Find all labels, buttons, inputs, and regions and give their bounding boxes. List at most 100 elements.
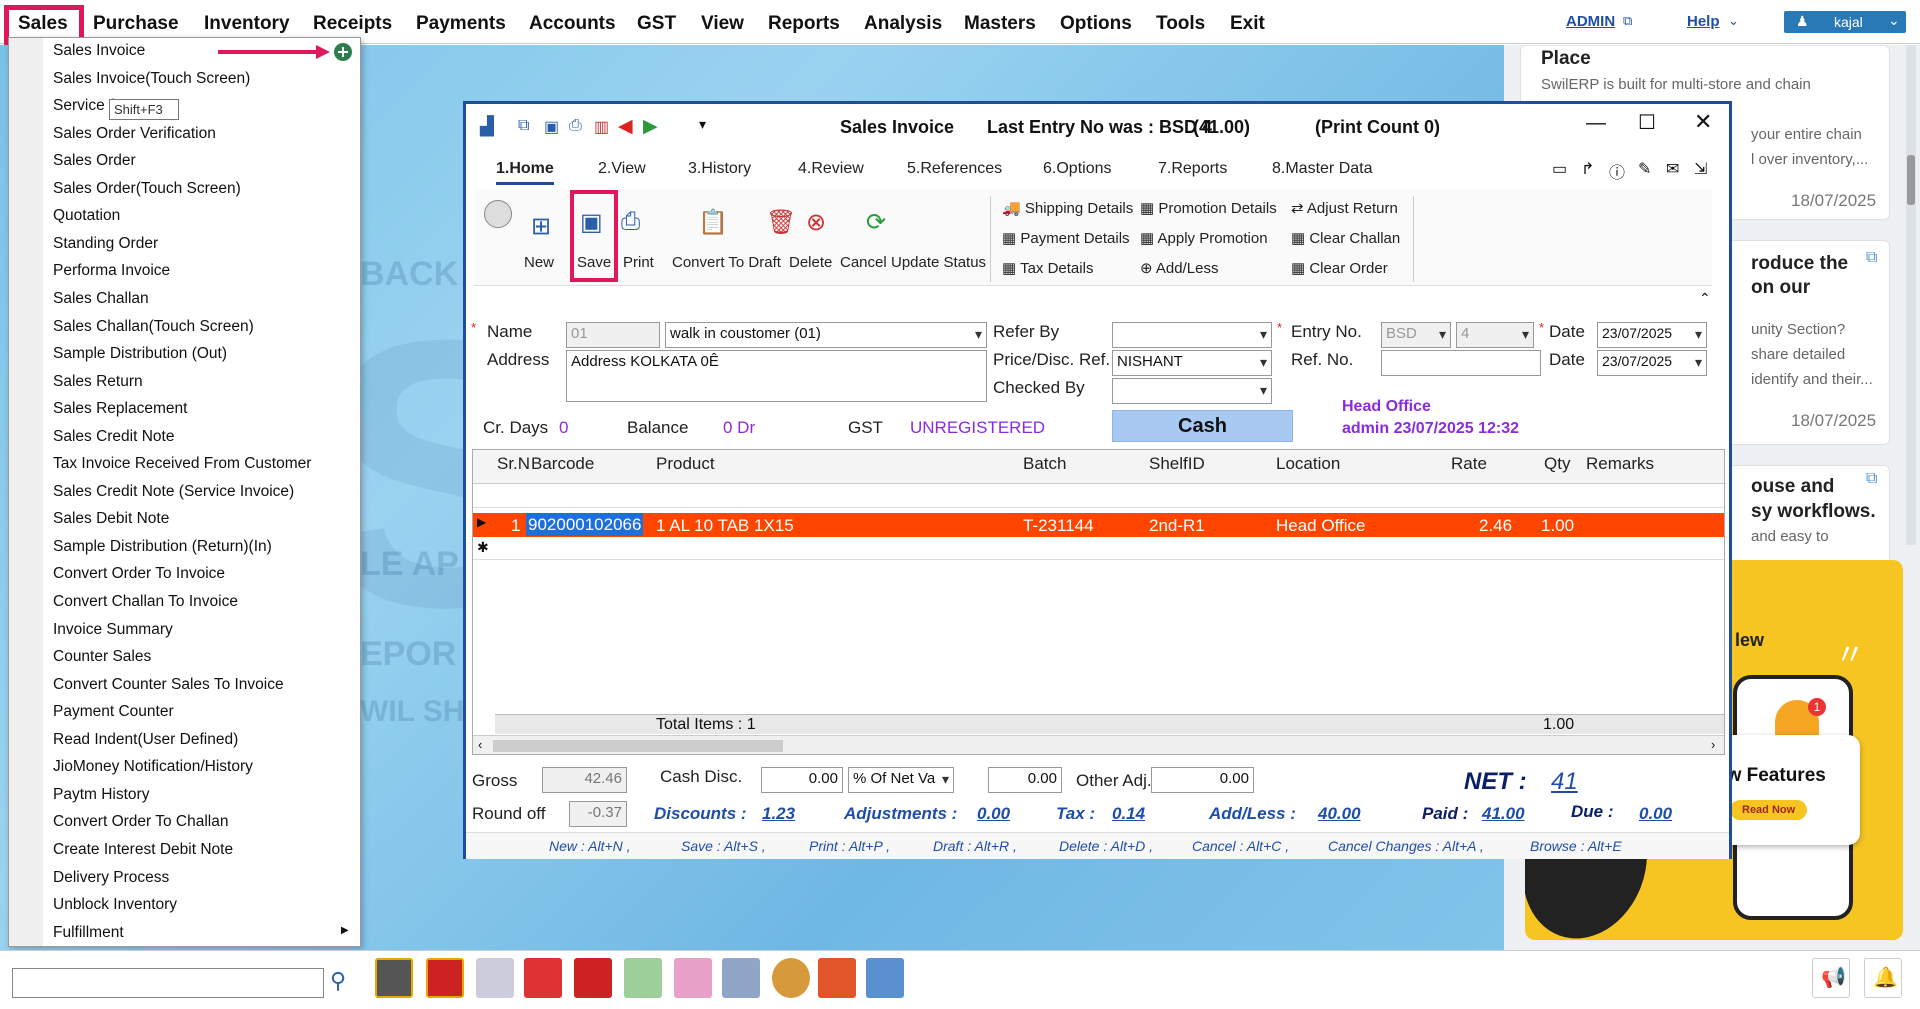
- help-menu[interactable]: Help: [1687, 13, 1720, 30]
- col-header-rate[interactable]: Rate: [1451, 454, 1487, 474]
- taskbar-app-icon[interactable]: [426, 958, 464, 998]
- scroll-thumb[interactable]: [493, 740, 783, 752]
- customer-select[interactable]: walk in coustomer (01): [665, 322, 987, 348]
- menu-item-sales-invoice-touch-screen[interactable]: Sales Invoice(Touch Screen): [53, 70, 250, 88]
- taskbar-app-icon[interactable]: [476, 958, 514, 998]
- tax-details-button[interactable]: ▦ Tax Details: [1002, 259, 1093, 277]
- help-icon[interactable]: ⓘ: [1609, 159, 1625, 183]
- export-icon[interactable]: ⇲: [1694, 159, 1707, 179]
- quick-access-dropdown-icon[interactable]: ▾: [699, 116, 706, 133]
- horizontal-scrollbar[interactable]: ‹ ›: [473, 735, 1724, 754]
- tab-history[interactable]: 3.History: [688, 160, 751, 178]
- notification-bell-icon[interactable]: 🔔: [1864, 958, 1902, 998]
- menu-item-convert-challan-to-invoice[interactable]: Convert Challan To Invoice: [53, 593, 238, 611]
- col-header-batch[interactable]: Batch: [1023, 454, 1066, 474]
- net-value[interactable]: 41: [1551, 768, 1578, 796]
- clear-order-button[interactable]: ▦ Clear Order: [1291, 259, 1388, 277]
- menu-masters[interactable]: Masters: [964, 13, 1036, 35]
- cancel-button[interactable]: Cancel: [840, 254, 887, 271]
- menu-receipts[interactable]: Receipts: [313, 13, 392, 35]
- menu-item-sales-challan[interactable]: Sales Challan: [53, 290, 149, 308]
- update-status-button[interactable]: Update Status: [891, 254, 986, 271]
- menu-analysis[interactable]: Analysis: [864, 13, 942, 35]
- taskbar-app-icon[interactable]: [574, 958, 612, 998]
- taskbar-app-icon[interactable]: [624, 958, 662, 998]
- taskbar-app-icon[interactable]: [524, 958, 562, 998]
- paid-value[interactable]: 41.00: [1482, 804, 1525, 824]
- scroll-right-icon[interactable]: ›: [1711, 737, 1715, 752]
- ref-no-field[interactable]: [1381, 350, 1541, 376]
- megaphone-icon[interactable]: 📢: [1812, 958, 1850, 998]
- menu-item-sample-distribution-return-in[interactable]: Sample Distribution (Return)(In): [53, 538, 272, 556]
- name-code-field[interactable]: 01: [566, 322, 660, 348]
- edit-icon[interactable]: ✎: [1638, 159, 1651, 179]
- tab-home[interactable]: 1.Home: [496, 160, 554, 185]
- address-field[interactable]: Address KOLKATA 0Ê: [566, 350, 987, 402]
- menu-tools[interactable]: Tools: [1156, 13, 1205, 35]
- apply-promotion-button[interactable]: ▦ Apply Promotion: [1140, 229, 1268, 247]
- video-icon[interactable]: ▭: [1552, 159, 1567, 179]
- menu-purchase[interactable]: Purchase: [93, 13, 179, 35]
- col-header-shelf[interactable]: ShelfID: [1149, 454, 1205, 474]
- print-icon[interactable]: ⎙: [569, 117, 582, 135]
- menu-gst[interactable]: GST: [637, 13, 676, 35]
- menu-item-sales-challan-touch-screen[interactable]: Sales Challan(Touch Screen): [53, 318, 254, 336]
- new-button[interactable]: New: [524, 254, 554, 271]
- menu-item-payment-counter[interactable]: Payment Counter: [53, 703, 174, 721]
- search-icon[interactable]: ⚲: [330, 968, 346, 994]
- menu-item-sales-credit-note-service-invoice[interactable]: Sales Credit Note (Service Invoice): [53, 483, 294, 501]
- taskbar-app-icon[interactable]: [866, 958, 904, 998]
- forward-icon[interactable]: ▶: [643, 115, 658, 138]
- delete-icon[interactable]: ▥: [594, 117, 609, 137]
- convert-to-draft-button[interactable]: Convert To Draft: [672, 254, 781, 271]
- discounts-value[interactable]: 1.23: [762, 804, 795, 824]
- menu-item-create-interest-debit-note[interactable]: Create Interest Debit Note: [53, 841, 233, 859]
- disc-amount-field[interactable]: 0.00: [988, 767, 1062, 793]
- menu-item-counter-sales[interactable]: Counter Sales: [53, 648, 151, 666]
- cell-qty[interactable]: 1.00: [1541, 516, 1574, 536]
- menu-item-sales-order-verification[interactable]: Sales Order Verification: [53, 125, 216, 143]
- shipping-details-button[interactable]: 🚚 Shipping Details: [1002, 199, 1133, 217]
- maximize-button[interactable]: ☐: [1638, 110, 1656, 135]
- col-header-remarks[interactable]: Remarks: [1586, 454, 1654, 474]
- user-button[interactable]: ♟ kajal ⌄: [1784, 11, 1906, 33]
- save-icon[interactable]: ▣: [544, 117, 559, 137]
- panel-scrollbar[interactable]: [1906, 45, 1916, 545]
- menu-item-sales-order[interactable]: Sales Order: [53, 152, 136, 170]
- tab-master-data[interactable]: 8.Master Data: [1272, 160, 1372, 178]
- menu-options[interactable]: Options: [1060, 13, 1132, 35]
- taskbar-app-icon[interactable]: [674, 958, 712, 998]
- cell-shelf[interactable]: 2nd-R1: [1149, 516, 1205, 536]
- tab-references[interactable]: 5.References: [907, 160, 1002, 178]
- back-icon[interactable]: ◀: [618, 115, 633, 138]
- cell-rate[interactable]: 2.46: [1479, 516, 1512, 536]
- entry-series-select[interactable]: BSD: [1381, 322, 1451, 348]
- menu-item-invoice-summary[interactable]: Invoice Summary: [53, 621, 173, 639]
- menu-item-read-indent-user-defined[interactable]: Read Indent(User Defined): [53, 731, 238, 749]
- cell-location[interactable]: Head Office: [1276, 516, 1365, 536]
- copy-icon[interactable]: ⧉: [518, 117, 529, 135]
- cell-barcode[interactable]: 902000102066: [526, 513, 644, 536]
- tab-reports[interactable]: 7.Reports: [1158, 160, 1227, 178]
- col-header-qty[interactable]: Qty: [1544, 454, 1570, 474]
- menu-exit[interactable]: Exit: [1230, 13, 1265, 35]
- admin-link[interactable]: ADMIN: [1566, 13, 1615, 30]
- due-value[interactable]: 0.00: [1639, 804, 1672, 824]
- taskbar-app-icon[interactable]: [818, 958, 856, 998]
- price-ref-select[interactable]: NISHANT: [1112, 350, 1272, 376]
- menu-item-sales-credit-note[interactable]: Sales Credit Note: [53, 428, 174, 446]
- menu-accounts[interactable]: Accounts: [529, 13, 616, 35]
- col-header-barcode[interactable]: Barcode: [531, 454, 594, 474]
- search-input[interactable]: [12, 968, 324, 998]
- menu-item-standing-order[interactable]: Standing Order: [53, 235, 158, 253]
- menu-item-paytm-history[interactable]: Paytm History: [53, 786, 149, 804]
- cash-disc-field[interactable]: 0.00: [761, 767, 843, 793]
- other-adj-field[interactable]: 0.00: [1151, 767, 1254, 793]
- print-button[interactable]: Print: [623, 254, 654, 271]
- col-header-sr[interactable]: Sr.N: [497, 454, 530, 474]
- adjust-return-button[interactable]: ⇄ Adjust Return: [1291, 199, 1398, 217]
- menu-item-sales-order-touch-screen[interactable]: Sales Order(Touch Screen): [53, 180, 241, 198]
- table-row[interactable]: ▶ 1 902000102066 1 AL 10 TAB 1X15 T-2311…: [473, 513, 1724, 537]
- menu-item-delivery-process[interactable]: Delivery Process: [53, 869, 169, 887]
- date2-picker[interactable]: 23/07/2025: [1597, 350, 1707, 376]
